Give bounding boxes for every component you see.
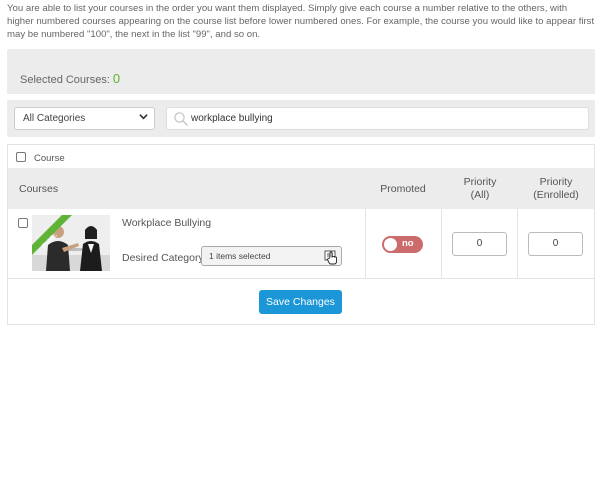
course-select-all-label: Course	[34, 153, 65, 164]
priority-enrolled-input[interactable]: 0	[528, 232, 583, 256]
desired-category-value: 1 items selected	[209, 251, 271, 261]
save-changes-button[interactable]: Save Changes	[259, 290, 342, 314]
column-divider	[365, 209, 366, 279]
search-input-value: workplace bullying	[191, 113, 273, 124]
selected-courses-label: Selected Courses: 0	[20, 71, 120, 86]
promoted-toggle-knob	[384, 238, 397, 251]
courses-column-header: Courses	[19, 183, 59, 195]
priority-all-header-line2: (All)	[470, 189, 490, 201]
course-table: Course Courses Promoted Priority (All) P…	[7, 144, 595, 325]
priority-enrolled-header-line2: (Enrolled)	[533, 189, 579, 201]
chevron-down-icon	[139, 112, 148, 123]
priority-all-header-line1: Priority	[463, 176, 497, 188]
course-title[interactable]: Workplace Bullying	[122, 217, 211, 229]
promoted-toggle[interactable]: no	[382, 236, 423, 253]
priority-all-input[interactable]: 0	[452, 232, 507, 256]
promoted-column-header: Promoted	[380, 183, 426, 195]
course-select-all-row: Course	[8, 145, 594, 168]
search-icon	[174, 112, 189, 127]
desired-category-label: Desired Category:	[122, 252, 207, 264]
category-select-value: All Categories	[23, 113, 86, 124]
priority-enrolled-header-line1: Priority	[539, 176, 573, 188]
column-divider	[517, 209, 518, 279]
course-row-checkbox[interactable]	[18, 218, 28, 228]
course-thumbnail: Public	[32, 215, 110, 271]
desired-category-select[interactable]: 1 items selected	[201, 246, 342, 266]
category-select[interactable]: All Categories	[14, 107, 155, 130]
course-thumbnail-image: Public	[32, 215, 110, 271]
filter-bar: All Categories workplace bullying	[7, 100, 595, 137]
priority-all-column-header: Priority (All)	[442, 176, 518, 202]
intro-text: You are able to list your courses in the…	[7, 3, 595, 40]
hand-pointer-icon	[324, 249, 338, 267]
selected-courses-panel: Selected Courses: 0	[7, 49, 595, 94]
promoted-toggle-label: no	[402, 238, 414, 249]
table-header: Courses Promoted Priority (All) Priority…	[8, 168, 594, 209]
select-all-checkbox[interactable]	[16, 152, 26, 162]
table-row: Public Workplace Bullying Desired Catego…	[8, 209, 594, 279]
selected-courses-count: 0	[112, 71, 121, 86]
column-divider	[441, 209, 442, 279]
selected-courses-text: Selected Courses:	[20, 74, 110, 86]
search-input[interactable]: workplace bullying	[166, 107, 589, 130]
priority-enrolled-column-header: Priority (Enrolled)	[518, 176, 594, 202]
